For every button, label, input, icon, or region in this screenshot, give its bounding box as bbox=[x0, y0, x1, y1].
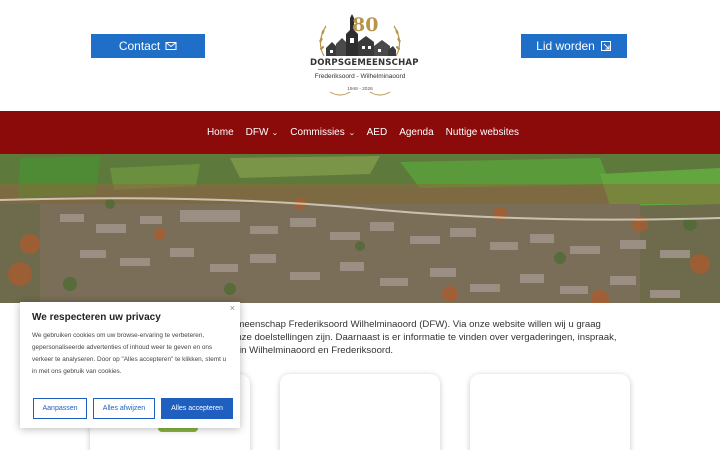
cookie-title: We respecteren uw privacy bbox=[32, 312, 161, 323]
lid-worden-button-label: Lid worden bbox=[536, 39, 595, 53]
logo-number: 80 bbox=[352, 14, 379, 36]
intro-line: n in Wilhelminaoord en Frederiksoord. bbox=[231, 345, 394, 356]
site-logo[interactable]: 80 DORPSGEMEENSCHAP Frederiksoord - Wilh… bbox=[310, 12, 419, 98]
close-icon[interactable]: × bbox=[230, 303, 235, 313]
external-link-icon bbox=[600, 40, 612, 52]
envelope-icon bbox=[165, 40, 177, 52]
chevron-down-icon: ⌄ bbox=[348, 129, 356, 137]
nav-item-label: Agenda bbox=[399, 127, 434, 138]
cookie-description: We gebruiken cookies om uw browse-ervari… bbox=[32, 332, 227, 375]
contact-button[interactable]: Contact bbox=[91, 34, 205, 58]
nav-item-aed[interactable]: AED bbox=[367, 127, 388, 138]
feature-card[interactable] bbox=[470, 374, 630, 450]
lid-worden-button[interactable]: Lid worden bbox=[521, 34, 627, 58]
intro-text: emeenschap Frederiksoord Wilhelminaoord … bbox=[231, 318, 651, 357]
intro-line: onze doelstellingen zijn. Daarnaast is e… bbox=[231, 332, 617, 343]
cookie-reject-all-button[interactable]: Alles afwijzen bbox=[93, 398, 155, 419]
nav-item-label: Nuttige websites bbox=[445, 127, 520, 138]
feature-card[interactable] bbox=[280, 374, 440, 450]
main-navigation: Home DFW ⌄ Commissies ⌄ AED Agenda Nutti… bbox=[0, 111, 720, 154]
logo-title: DORPSGEMEENSCHAP bbox=[310, 58, 419, 68]
cookie-accept-all-button[interactable]: Alles accepteren bbox=[161, 398, 233, 419]
intro-line: emeenschap Frederiksoord Wilhelminaoord … bbox=[231, 319, 601, 330]
nav-item-dfw[interactable]: DFW ⌄ bbox=[246, 127, 279, 138]
nav-item-home[interactable]: Home bbox=[207, 127, 234, 138]
site-header: Contact 80 DORPSGEMEENSCHAP Frederiksoor… bbox=[0, 0, 720, 111]
logo-years: 1946 - 2026 bbox=[347, 87, 373, 92]
nav-item-agenda[interactable]: Agenda bbox=[399, 127, 433, 138]
nav-item-label: DFW bbox=[245, 127, 269, 138]
nav-item-label: Home bbox=[206, 127, 234, 138]
nav-item-label: AED bbox=[366, 127, 388, 138]
nav-item-commissies[interactable]: Commissies ⌄ bbox=[290, 127, 356, 138]
cookie-customize-button[interactable]: Aanpassen bbox=[33, 398, 87, 419]
hero-aerial-image bbox=[0, 154, 720, 303]
logo-divider bbox=[318, 69, 402, 70]
nav-item-label: Commissies bbox=[290, 127, 345, 138]
nav-item-nuttige-websites[interactable]: Nuttige websites bbox=[446, 127, 519, 138]
cookie-button-group: Aanpassen Alles afwijzen Alles acceptere… bbox=[33, 398, 233, 419]
cookie-consent-banner: × We respecteren uw privacy We gebruiken… bbox=[20, 302, 240, 428]
chevron-down-icon: ⌄ bbox=[271, 129, 279, 137]
logo-subtitle: Frederiksoord - Wilhelminaoord bbox=[314, 73, 406, 80]
contact-button-label: Contact bbox=[118, 39, 161, 53]
